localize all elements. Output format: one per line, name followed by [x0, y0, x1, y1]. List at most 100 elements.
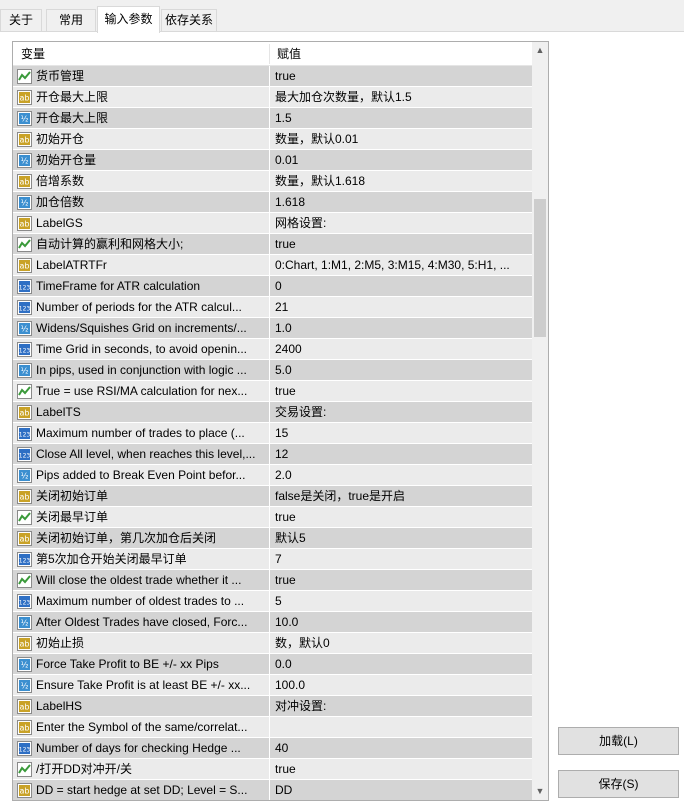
parameter-row[interactable]: ab 关闭初始订单，第几次加仓后关闭 默认5: [13, 528, 532, 549]
cell-separator: [269, 738, 270, 759]
parameter-value[interactable]: 5.0: [275, 360, 529, 381]
scrollbar-thumb[interactable]: [534, 199, 546, 337]
parameter-row[interactable]: 关闭最早订单 true: [13, 507, 532, 528]
parameter-value[interactable]: 2.0: [275, 465, 529, 486]
parameter-name: 第5次加仓开始关闭最早订单: [36, 552, 187, 566]
parameter-value[interactable]: 0.0: [275, 654, 529, 675]
parameter-row[interactable]: 123 Maximum number of trades to place (..…: [13, 423, 532, 444]
column-header-value[interactable]: 赋值: [277, 42, 301, 66]
parameter-value[interactable]: 1.0: [275, 318, 529, 339]
string-type-icon: ab: [17, 132, 32, 147]
column-separator[interactable]: [269, 44, 270, 64]
parameter-value[interactable]: DD: [275, 780, 529, 800]
tab-bar: 关于 常用 输入参数 依存关系: [0, 0, 684, 33]
parameter-row[interactable]: ½ Widens/Squishes Grid on increments/... 1…: [13, 318, 532, 339]
parameter-row[interactable]: ab LabelTS 交易设置:: [13, 402, 532, 423]
parameter-row[interactable]: ab LabelHS 对冲设置:: [13, 696, 532, 717]
parameter-value[interactable]: 最大加仓次数量，默认1.5: [275, 87, 529, 108]
vertical-scrollbar[interactable]: ▲ ▼: [532, 42, 548, 800]
parameter-value[interactable]: 15: [275, 423, 529, 444]
parameter-value[interactable]: 数量，默认0.01: [275, 129, 529, 150]
parameter-value[interactable]: false是关闭，true是开启: [275, 486, 529, 507]
parameter-value[interactable]: 默认5: [275, 528, 529, 549]
parameter-row[interactable]: ½ In pips, used in conjunction with logic…: [13, 360, 532, 381]
integer-type-icon: 123: [17, 342, 32, 357]
save-button[interactable]: 保存(S): [558, 770, 679, 798]
parameter-value[interactable]: true: [275, 66, 529, 87]
parameter-row[interactable]: ab Enter the Symbol of the same/correlat.…: [13, 717, 532, 738]
parameter-row[interactable]: 123 Maximum number of oldest trades to ..…: [13, 591, 532, 612]
parameter-row[interactable]: ½ After Oldest Trades have closed, Forc..…: [13, 612, 532, 633]
string-type-icon: ab: [17, 531, 32, 546]
parameter-value[interactable]: 0.01: [275, 150, 529, 171]
parameter-row[interactable]: ab DD = start hedge at set DD; Level = S.…: [13, 780, 532, 800]
parameter-name: Number of periods for the ATR calcul...: [36, 300, 242, 314]
parameter-value[interactable]: 数量，默认1.618: [275, 171, 529, 192]
parameter-name: 自动计算的赢利和网格大小;: [36, 237, 184, 251]
parameter-value[interactable]: 0: [275, 276, 529, 297]
parameter-row[interactable]: /打开DD对冲开/关 true: [13, 759, 532, 780]
parameter-value[interactable]: 对冲设置:: [275, 696, 529, 717]
parameter-value[interactable]: true: [275, 570, 529, 591]
svg-text:ab: ab: [20, 493, 30, 502]
parameter-value[interactable]: 交易设置:: [275, 402, 529, 423]
parameter-row[interactable]: ½ 初始开仓量 0.01: [13, 150, 532, 171]
parameter-value[interactable]: 1.618: [275, 192, 529, 213]
parameter-value[interactable]: 2400: [275, 339, 529, 360]
parameter-row[interactable]: 货币管理 true: [13, 66, 532, 87]
parameter-row[interactable]: ½ 加仓倍数 1.618: [13, 192, 532, 213]
parameter-row[interactable]: ab 初始开仓 数量，默认0.01: [13, 129, 532, 150]
double-type-icon: ½: [17, 657, 32, 672]
parameter-value[interactable]: true: [275, 507, 529, 528]
parameter-row[interactable]: 123 Time Grid in seconds, to avoid openin…: [13, 339, 532, 360]
parameter-row[interactable]: 123 Number of periods for the ATR calcul.…: [13, 297, 532, 318]
parameter-value[interactable]: 40: [275, 738, 529, 759]
parameter-value[interactable]: 7: [275, 549, 529, 570]
scroll-up-icon[interactable]: ▲: [532, 42, 548, 59]
scroll-down-icon[interactable]: ▼: [532, 783, 548, 800]
parameter-row[interactable]: ab 初始止损 数，默认0: [13, 633, 532, 654]
tab-label: 关于: [8, 13, 33, 27]
parameter-value[interactable]: 1.5: [275, 108, 529, 129]
parameter-row[interactable]: ab LabelATRTFr 0:Chart, 1:M1, 2:M5, 3:M15,…: [13, 255, 532, 276]
parameter-row[interactable]: Will close the oldest trade whether it .…: [13, 570, 532, 591]
tab-inputs[interactable]: 输入参数: [97, 6, 160, 33]
parameter-value[interactable]: 12: [275, 444, 529, 465]
parameter-row[interactable]: ab 开仓最大上限 最大加仓次数量，默认1.5: [13, 87, 532, 108]
parameter-value[interactable]: 网格设置:: [275, 213, 529, 234]
cell-separator: [269, 66, 270, 87]
string-type-icon: ab: [17, 90, 32, 105]
parameter-value[interactable]: 21: [275, 297, 529, 318]
boolean-icon: [17, 762, 32, 777]
parameter-row[interactable]: 自动计算的赢利和网格大小; true: [13, 234, 532, 255]
parameter-value[interactable]: 数，默认0: [275, 633, 529, 654]
cell-separator: [269, 465, 270, 486]
parameter-row[interactable]: True = use RSI/MA calculation for nex...…: [13, 381, 532, 402]
parameter-row[interactable]: ½ 开仓最大上限 1.5: [13, 108, 532, 129]
parameter-value[interactable]: true: [275, 234, 529, 255]
parameter-row[interactable]: ½ Force Take Profit to BE +/- xx Pips 0.0: [13, 654, 532, 675]
parameter-row[interactable]: ½ Ensure Take Profit is at least BE +/- x…: [13, 675, 532, 696]
parameter-value[interactable]: true: [275, 381, 529, 402]
parameter-row[interactable]: ab 倍增系数 数量，默认1.618: [13, 171, 532, 192]
parameter-value[interactable]: 10.0: [275, 612, 529, 633]
parameter-row[interactable]: ab LabelGS 网格设置:: [13, 213, 532, 234]
column-header-variable[interactable]: 变量: [21, 42, 45, 66]
string-type-icon: ab: [17, 216, 32, 231]
tab-common[interactable]: 常用: [46, 9, 96, 32]
parameter-value[interactable]: 0:Chart, 1:M1, 2:M5, 3:M15, 4:M30, 5:H1,…: [275, 255, 529, 276]
parameter-value[interactable]: 5: [275, 591, 529, 612]
cell-separator: [269, 696, 270, 717]
parameter-row[interactable]: ab 关闭初始订单 false是关闭，true是开启: [13, 486, 532, 507]
parameter-row[interactable]: 123 第5次加仓开始关闭最早订单 7: [13, 549, 532, 570]
parameter-row[interactable]: 123 Number of days for checking Hedge ...…: [13, 738, 532, 759]
load-button[interactable]: 加载(L): [558, 727, 679, 755]
tab-about[interactable]: 关于: [0, 9, 42, 32]
parameter-row[interactable]: 123 TimeFrame for ATR calculation 0: [13, 276, 532, 297]
parameter-row[interactable]: ½ Pips added to Break Even Point befor...…: [13, 465, 532, 486]
parameter-value[interactable]: true: [275, 759, 529, 780]
cell-separator: [269, 675, 270, 696]
parameter-row[interactable]: 123 Close All level, when reaches this le…: [13, 444, 532, 465]
parameter-value[interactable]: 100.0: [275, 675, 529, 696]
tab-dependencies[interactable]: 依存关系: [161, 9, 217, 32]
